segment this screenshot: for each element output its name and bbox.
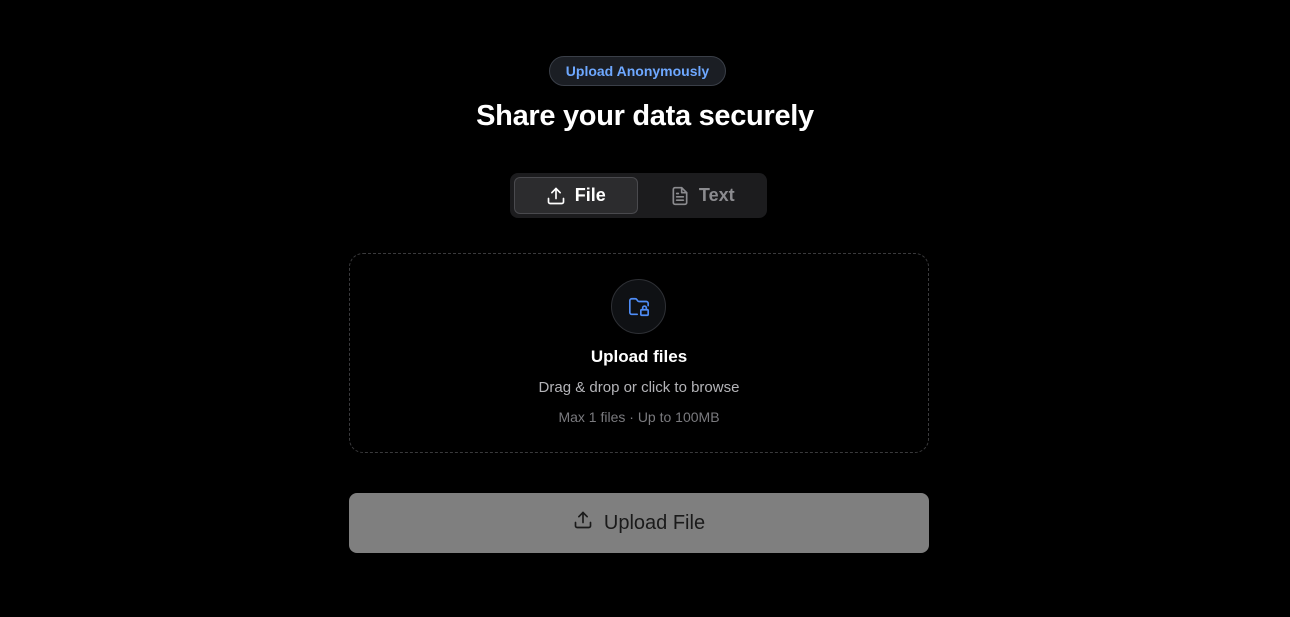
upload-anonymously-badge: Upload Anonymously xyxy=(549,56,726,86)
dropzone-subtitle: Drag & drop or click to browse xyxy=(538,379,740,396)
upload-icon xyxy=(546,186,566,206)
badge-label: Upload Anonymously xyxy=(565,63,710,79)
tab-text-label: Text xyxy=(698,185,735,205)
tab-file[interactable]: File xyxy=(514,177,638,214)
file-dropzone[interactable]: Upload files Drag & drop or click to bro… xyxy=(349,253,929,453)
page-title: Share your data securely xyxy=(476,100,814,132)
tab-file-label: File xyxy=(574,185,606,205)
mode-tabs: File Text xyxy=(510,173,767,218)
upload-file-button[interactable]: Upload File xyxy=(349,493,929,553)
dropzone-limits: Max 1 files · Up to 100MB xyxy=(558,409,720,425)
page: Upload Anonymously Share your data secur… xyxy=(0,0,1290,617)
document-icon xyxy=(670,186,690,206)
tab-text[interactable]: Text xyxy=(642,177,764,214)
upload-file-button-label: Upload File xyxy=(603,511,706,534)
dropzone-title: Upload files xyxy=(590,347,688,366)
upload-icon xyxy=(573,510,593,536)
folder-lock-icon xyxy=(611,279,666,334)
